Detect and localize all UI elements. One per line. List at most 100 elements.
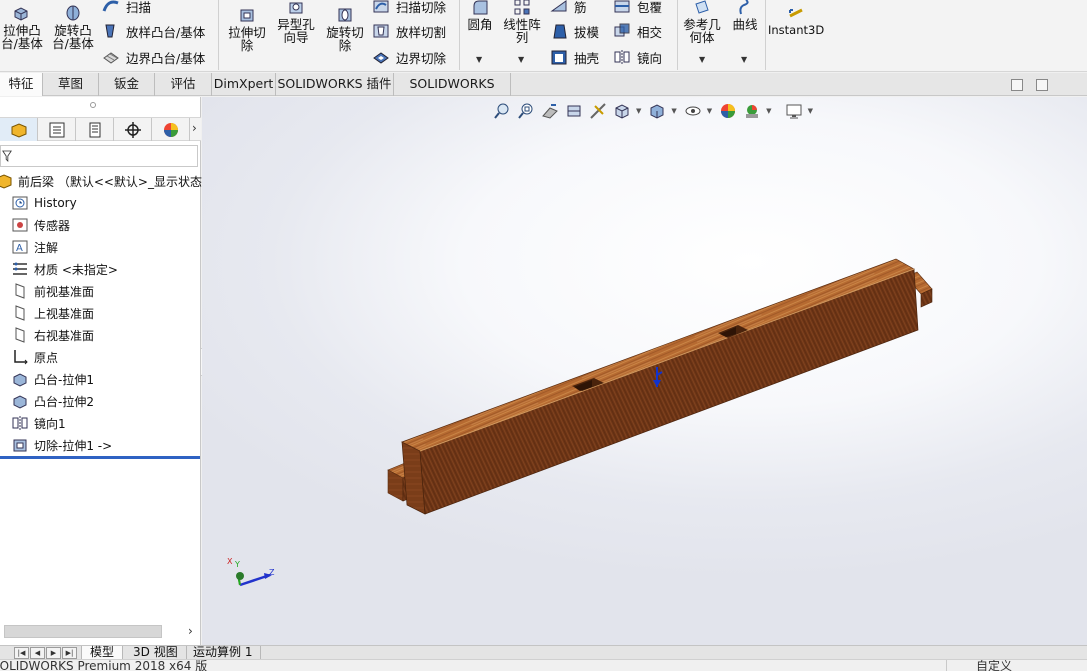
rib-button[interactable]: 筋: [550, 0, 587, 17]
tree-item-material[interactable]: 材质 <未指定>: [11, 259, 118, 279]
fillet-button[interactable]: 圆角: [462, 0, 498, 31]
tree-item-label: 注解: [34, 240, 59, 255]
hole-wizard-label: 异型孔 向导: [277, 17, 315, 45]
extrude-boss-button[interactable]: 拉伸凸 台/基体: [0, 4, 44, 50]
loft-boss-button[interactable]: 放样凸台/基体: [102, 20, 205, 42]
tab-dimxpert[interactable]: DimXpert: [212, 73, 276, 96]
last-tab-button[interactable]: ▶|: [62, 647, 77, 659]
tab-sketch-label: 草图: [57, 76, 83, 91]
boundary-cut-button[interactable]: 边界切除: [372, 46, 446, 68]
instant3d-button[interactable]: Instant3D: [768, 4, 824, 37]
shell-label: 抽壳: [574, 50, 600, 66]
tab-evaluate[interactable]: 评估: [155, 73, 212, 96]
command-manager-tabs: 特征 草图 钣金 评估 DimXpert SOLIDWORKS 插件 SOLID…: [0, 73, 1087, 113]
panel-grip[interactable]: [90, 102, 96, 108]
tree-item-boss-extrude2[interactable]: 凸台-拉伸2: [11, 391, 94, 411]
ribbon-separator: [677, 0, 678, 70]
boundary-boss-label: 边界凸台/基体: [126, 50, 206, 66]
instant3d-label: Instant3D: [768, 23, 825, 37]
tab-motion-study[interactable]: 运动算例 1: [185, 646, 262, 660]
material-icon: [13, 262, 27, 275]
tree-item-label: 上视基准面: [34, 306, 95, 321]
rib-label: 筋: [574, 0, 587, 15]
crosshair-icon: [124, 121, 141, 138]
linear-pattern-button[interactable]: 线性阵 列: [500, 0, 544, 44]
curves-label: 曲线: [732, 17, 758, 32]
loft-cut-button[interactable]: 放样切割: [372, 20, 446, 42]
revolve-boss-button[interactable]: 旋转凸 台/基体: [50, 4, 96, 50]
mirror-button[interactable]: 镜向: [613, 46, 662, 68]
intersect-button[interactable]: 相交: [613, 20, 662, 42]
tab-features[interactable]: 特征: [0, 73, 43, 96]
tree-item-annotations[interactable]: A 注解: [11, 237, 58, 257]
tree-item-part-root[interactable]: 前后梁 （默认<<默认>_显示状态 1: [0, 171, 213, 191]
dimxpert-manager-tab[interactable]: [114, 118, 152, 141]
plane-icon: [15, 283, 25, 299]
refgeom-dropdown-arrow[interactable]: ▼: [699, 55, 705, 64]
tree-item-mirror1[interactable]: 镜向1: [11, 413, 66, 433]
tree-item-cut-extrude1[interactable]: 切除-拉伸1 ->: [11, 435, 112, 455]
sweep-cut-button[interactable]: 扫描切除: [372, 0, 446, 17]
property-manager-tab[interactable]: [38, 118, 76, 141]
tree-filter-input[interactable]: [0, 145, 198, 167]
tree-item-label: 材质 <未指定>: [34, 262, 118, 277]
feature-manager-tab[interactable]: [0, 118, 38, 141]
tree-item-boss-extrude1[interactable]: 凸台-拉伸1: [11, 369, 94, 389]
curves-dropdown-arrow[interactable]: ▼: [741, 55, 747, 64]
boundary-cut-icon: [373, 52, 389, 64]
collapse-panel-icon[interactable]: ›: [192, 121, 197, 135]
restore-panel-button[interactable]: [1011, 79, 1023, 91]
reference-geometry-button[interactable]: 参考几 何体: [680, 0, 724, 44]
reference-triad: X Y Z: [227, 557, 275, 587]
rollback-bar[interactable]: [0, 456, 200, 459]
annotation-icon: A: [12, 240, 28, 254]
sweep-button[interactable]: 扫描: [102, 0, 151, 17]
first-tab-button[interactable]: |◀: [14, 647, 29, 659]
extrude-cut-button[interactable]: 拉伸切 除: [224, 6, 270, 52]
tab-solidworks-addins[interactable]: SOLIDWORKS 插件: [276, 73, 394, 96]
configuration-manager-tab[interactable]: [76, 118, 114, 141]
graphics-area[interactable]: ▼ ▼ ▼ ▼ ▼ X Y Z: [202, 97, 1087, 645]
tree-item-front-plane[interactable]: 前视基准面: [11, 281, 94, 301]
boundary-boss-button[interactable]: 边界凸台/基体: [102, 46, 205, 68]
tree-item-history[interactable]: History: [11, 193, 77, 213]
expand-panel-button[interactable]: [1036, 79, 1048, 91]
linear-pattern-icon: [514, 0, 530, 15]
scroll-right-icon[interactable]: ›: [188, 624, 193, 638]
tree-item-sensors[interactable]: 传感器: [11, 215, 70, 235]
shell-button[interactable]: 抽壳: [550, 46, 599, 68]
linear-pattern-label: 线性阵 列: [503, 17, 541, 45]
extrude-boss-label: 拉伸凸 台/基体: [1, 23, 43, 51]
revolve-boss-icon: [66, 5, 80, 21]
status-units-text[interactable]: 自定义: [976, 660, 1012, 671]
revolve-cut-button[interactable]: 旋转切 除: [322, 6, 368, 52]
horizontal-scrollbar[interactable]: [4, 625, 162, 638]
history-icon: [12, 196, 28, 210]
feature-tree-icon: [11, 122, 26, 138]
model-view[interactable]: X Y Z: [202, 97, 1087, 645]
tab-sketch[interactable]: 草图: [43, 73, 99, 96]
property-list-icon: [49, 122, 64, 137]
fillet-dropdown-arrow[interactable]: ▼: [476, 55, 482, 64]
curves-button[interactable]: 曲线: [728, 0, 762, 31]
hole-wizard-button[interactable]: 异型孔 向导: [273, 0, 319, 44]
tree-item-top-plane[interactable]: 上视基准面: [11, 303, 94, 323]
tab-sheet-metal[interactable]: 钣金: [99, 73, 155, 96]
tab-solidworks-addins-label: SOLIDWORKS 插件: [277, 76, 392, 91]
prev-tab-button[interactable]: ◀: [30, 647, 45, 659]
display-manager-tab[interactable]: [152, 118, 190, 141]
tab-solidworks-mbd[interactable]: SOLIDWORKS MBD: [394, 73, 511, 113]
loft-boss-label: 放样凸台/基体: [126, 24, 206, 40]
tab-3d-view[interactable]: 3D 视图: [125, 646, 187, 660]
tree-item-right-plane[interactable]: 右视基准面: [11, 325, 94, 345]
tree-item-origin[interactable]: 原点: [11, 347, 58, 367]
draft-button[interactable]: 拔模: [550, 20, 599, 42]
fillet-label: 圆角: [467, 17, 493, 32]
wrap-button[interactable]: 包覆: [613, 0, 662, 17]
revolve-cut-icon: [338, 8, 352, 22]
extrude-boss-icon: [14, 7, 28, 21]
wooden-beam-body: [401, 258, 919, 515]
pattern-dropdown-arrow[interactable]: ▼: [518, 55, 524, 64]
tab-model[interactable]: 模型: [81, 646, 124, 660]
next-tab-button[interactable]: ▶: [46, 647, 61, 659]
